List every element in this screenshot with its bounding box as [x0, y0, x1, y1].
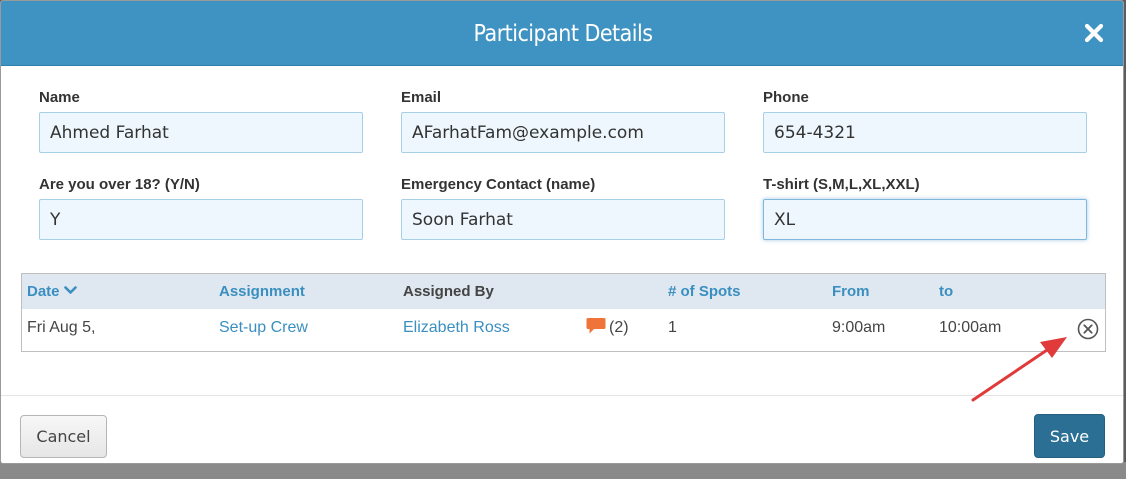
modal-header: Participant Details	[1, 1, 1123, 66]
close-icon	[1084, 23, 1104, 43]
row-spots: 1	[668, 319, 677, 336]
emergency-contact-label: Emergency Contact (name)	[401, 176, 596, 193]
table-row: Fri Aug 5, Set-up Crew Elizabeth Ross (2…	[22, 309, 1105, 351]
column-header-from[interactable]: From	[832, 274, 870, 309]
name-field-group: Name	[39, 88, 363, 153]
email-input[interactable]	[401, 112, 725, 153]
modal-title: Participant Details	[473, 21, 653, 47]
chevron-down-icon	[63, 286, 77, 294]
column-header-spots[interactable]: # of Spots	[668, 274, 741, 309]
save-button[interactable]: Save	[1034, 414, 1105, 458]
email-label: Email	[401, 89, 442, 106]
row-assigned-by-link[interactable]: Elizabeth Ross	[403, 309, 510, 351]
name-input[interactable]	[39, 112, 363, 153]
tshirt-input[interactable]	[763, 199, 1087, 240]
remove-circle-icon	[1077, 318, 1099, 340]
cancel-button[interactable]: Cancel	[20, 415, 107, 458]
emergency-contact-input[interactable]	[401, 199, 725, 240]
column-header-date-label: Date	[27, 283, 60, 300]
row-from-time: 9:00am	[832, 319, 886, 336]
emergency-contact-field-group: Emergency Contact (name)	[401, 175, 725, 240]
over18-label: Are you over 18? (Y/N)	[39, 176, 200, 193]
footer-divider	[1, 395, 1123, 396]
name-label: Name	[39, 89, 80, 106]
column-header-date[interactable]: Date	[27, 274, 77, 309]
close-button[interactable]	[1078, 17, 1110, 49]
assignments-table: Date Assignment Assigned By # of Spots F…	[21, 273, 1106, 352]
phone-label: Phone	[763, 89, 809, 106]
tshirt-label: T-shirt (S,M,L,XL,XXL)	[763, 176, 920, 193]
comment-count[interactable]: (2)	[609, 309, 629, 351]
column-header-assignment[interactable]: Assignment	[219, 274, 305, 309]
column-header-assigned-by: Assigned By	[403, 283, 494, 300]
comment-icon[interactable]	[586, 317, 606, 335]
row-assignment-link[interactable]: Set-up Crew	[219, 309, 308, 351]
page-backdrop	[0, 462, 1126, 479]
over18-field-group: Are you over 18? (Y/N)	[39, 175, 363, 240]
table-header: Date Assignment Assigned By # of Spots F…	[22, 274, 1105, 309]
column-header-to[interactable]: to	[939, 274, 953, 309]
phone-input[interactable]	[763, 112, 1087, 153]
remove-assignment-button[interactable]	[1076, 317, 1100, 341]
email-field-group: Email	[401, 88, 725, 153]
phone-field-group: Phone	[763, 88, 1087, 153]
row-to-time: 10:00am	[939, 319, 1002, 336]
row-date: Fri Aug 5,	[27, 319, 96, 336]
over18-input[interactable]	[39, 199, 363, 240]
tshirt-field-group: T-shirt (S,M,L,XL,XXL)	[763, 175, 1087, 240]
participant-details-modal: Participant Details Name Email Phone Are…	[0, 0, 1124, 464]
